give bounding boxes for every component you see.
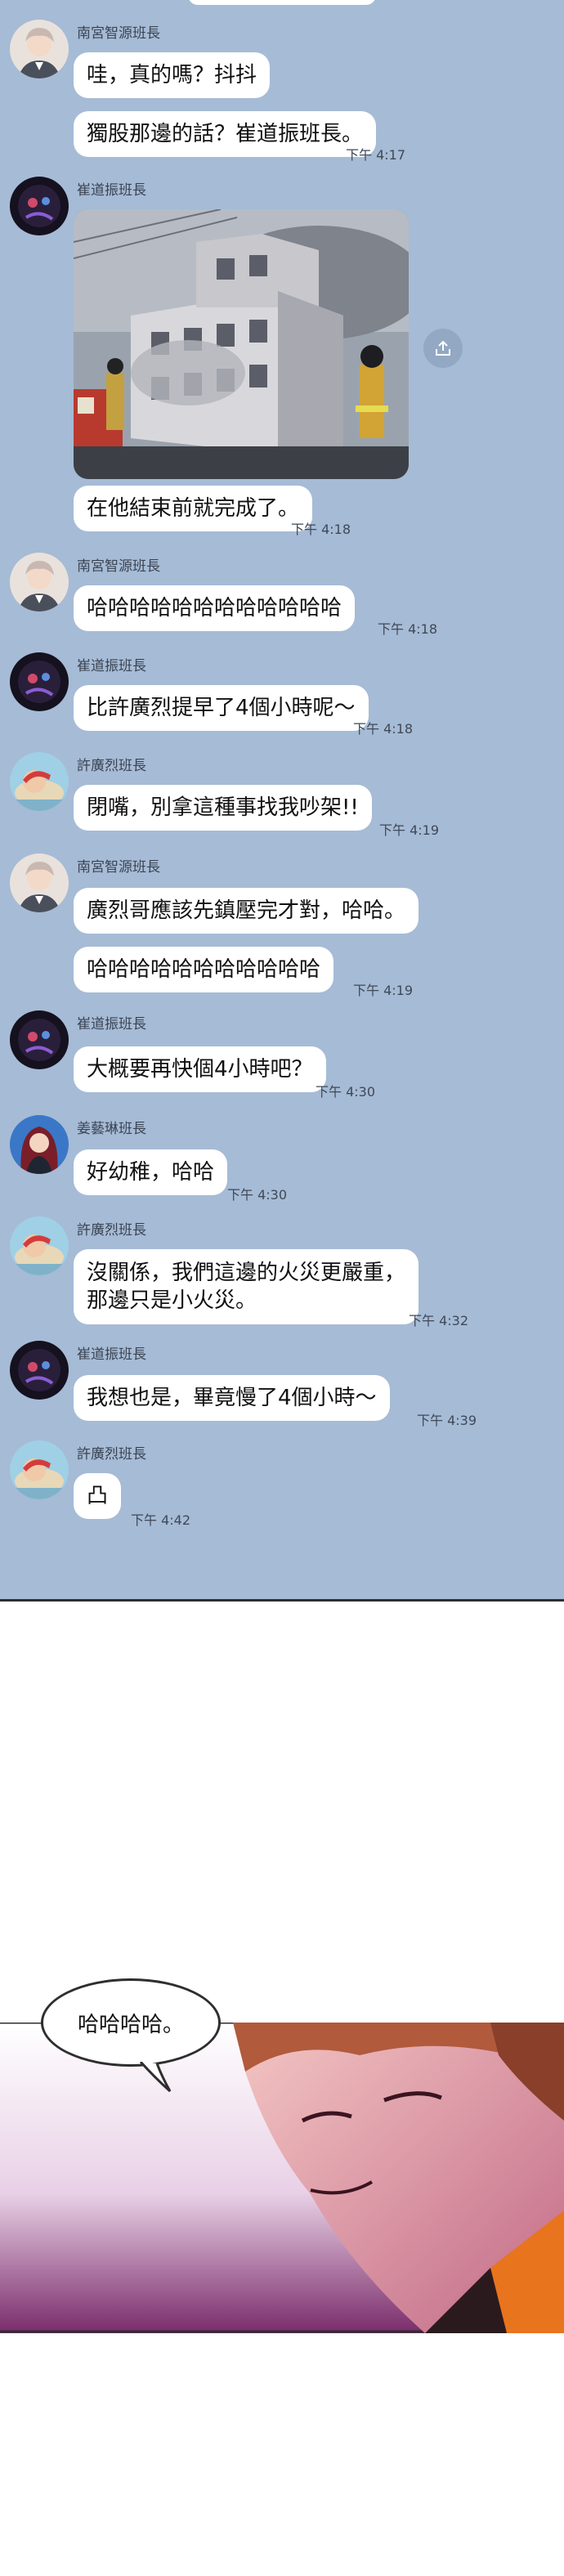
- comic-character-illustration: [0, 2023, 564, 2333]
- message-bubble[interactable]: 哇，真的嗎？抖抖: [74, 52, 271, 98]
- avatar-cui-icon[interactable]: [10, 177, 69, 235]
- panel-divider: [0, 1599, 564, 1602]
- sender-name: 南宮智源班長: [77, 25, 160, 42]
- avatar-cui-icon[interactable]: [10, 1010, 69, 1069]
- avatar-heo-icon[interactable]: [10, 1216, 69, 1275]
- avatar-nangong-icon[interactable]: [10, 553, 69, 612]
- message-timestamp: 下午 4:18: [291, 522, 351, 537]
- avatar-kang-icon[interactable]: [10, 1115, 69, 1174]
- sender-name: 南宮智源班長: [77, 859, 160, 876]
- speech-tail-icon: [139, 2062, 172, 2093]
- message-timestamp: 下午 4:39: [417, 1413, 477, 1428]
- speech-bubble: 哈哈哈哈。: [41, 1978, 221, 2067]
- sender-name: 許廣烈班長: [77, 1446, 146, 1463]
- message-bubble[interactable]: 哈哈哈哈哈哈哈哈哈哈哈: [74, 947, 334, 992]
- message-timestamp: 下午 4:42: [131, 1512, 191, 1528]
- message-bubble[interactable]: 閉嘴，別拿這種事找我吵架!!: [74, 785, 372, 831]
- message-bubble[interactable]: 哈哈哈哈哈哈哈哈哈哈哈哈: [74, 585, 356, 631]
- share-icon[interactable]: [423, 329, 463, 368]
- message-bubble[interactable]: 廣烈哥應該先鎮壓完才對，哈哈。: [74, 888, 419, 934]
- sender-name: 崔道振班長: [77, 1016, 146, 1033]
- message-timestamp: 下午 4:30: [227, 1187, 288, 1203]
- avatar-cui-icon[interactable]: [10, 652, 69, 711]
- message-timestamp: 下午 4:32: [409, 1313, 469, 1328]
- sender-name: 南宮智源班長: [77, 558, 160, 575]
- avatar-heo-icon[interactable]: [10, 1440, 69, 1499]
- message-bubble[interactable]: 凸: [74, 1473, 122, 1519]
- sender-name: 許廣烈班長: [77, 1222, 146, 1239]
- avatar-cui-icon[interactable]: [10, 1341, 69, 1400]
- sender-name: 崔道振班長: [77, 182, 146, 199]
- message-bubble[interactable]: 在他結束前就完成了。: [74, 486, 313, 531]
- group-chat-panel: 南宮智源班長 哇，真的嗎？抖抖 獨股那邊的話？崔道振班長。 下午 4:17 崔道…: [0, 0, 564, 1599]
- message-bubble[interactable]: 大概要再快個4小時吧？: [74, 1046, 326, 1092]
- message-bubble[interactable]: 獨股那邊的話？崔道振班長。: [74, 111, 377, 157]
- speech-text: 哈哈哈哈。: [77, 2012, 184, 2037]
- sender-name: 崔道振班長: [77, 1346, 146, 1363]
- partial-bubble: [188, 0, 376, 5]
- message-bubble[interactable]: 好幼稚，哈哈: [74, 1149, 228, 1195]
- message-timestamp: 下午 4:18: [378, 621, 438, 637]
- message-bubble[interactable]: 比許廣烈提早了4個小時呢～: [74, 685, 369, 731]
- avatar-heo-icon[interactable]: [10, 752, 69, 811]
- avatar-nangong-icon[interactable]: [10, 20, 69, 78]
- message-timestamp: 下午 4:19: [353, 983, 414, 998]
- burning-building-photo[interactable]: [74, 209, 409, 479]
- message-timestamp: 下午 4:19: [379, 822, 440, 838]
- message-bubble[interactable]: 我想也是，畢竟慢了4個小時～: [74, 1375, 390, 1421]
- message-bubble[interactable]: 沒關係，我們這邊的火災更嚴重， 那邊只是小火災。: [74, 1249, 419, 1324]
- message-timestamp: 下午 4:30: [316, 1084, 376, 1100]
- avatar-nangong-icon[interactable]: [10, 853, 69, 912]
- message-timestamp: 下午 4:17: [346, 147, 406, 163]
- sender-name: 許廣烈班長: [77, 758, 146, 774]
- sender-name: 崔道振班長: [77, 658, 146, 674]
- sender-name: 姜藝琳班長: [77, 1121, 146, 1137]
- comic-panel: [0, 2023, 564, 2333]
- message-timestamp: 下午 4:18: [353, 721, 414, 737]
